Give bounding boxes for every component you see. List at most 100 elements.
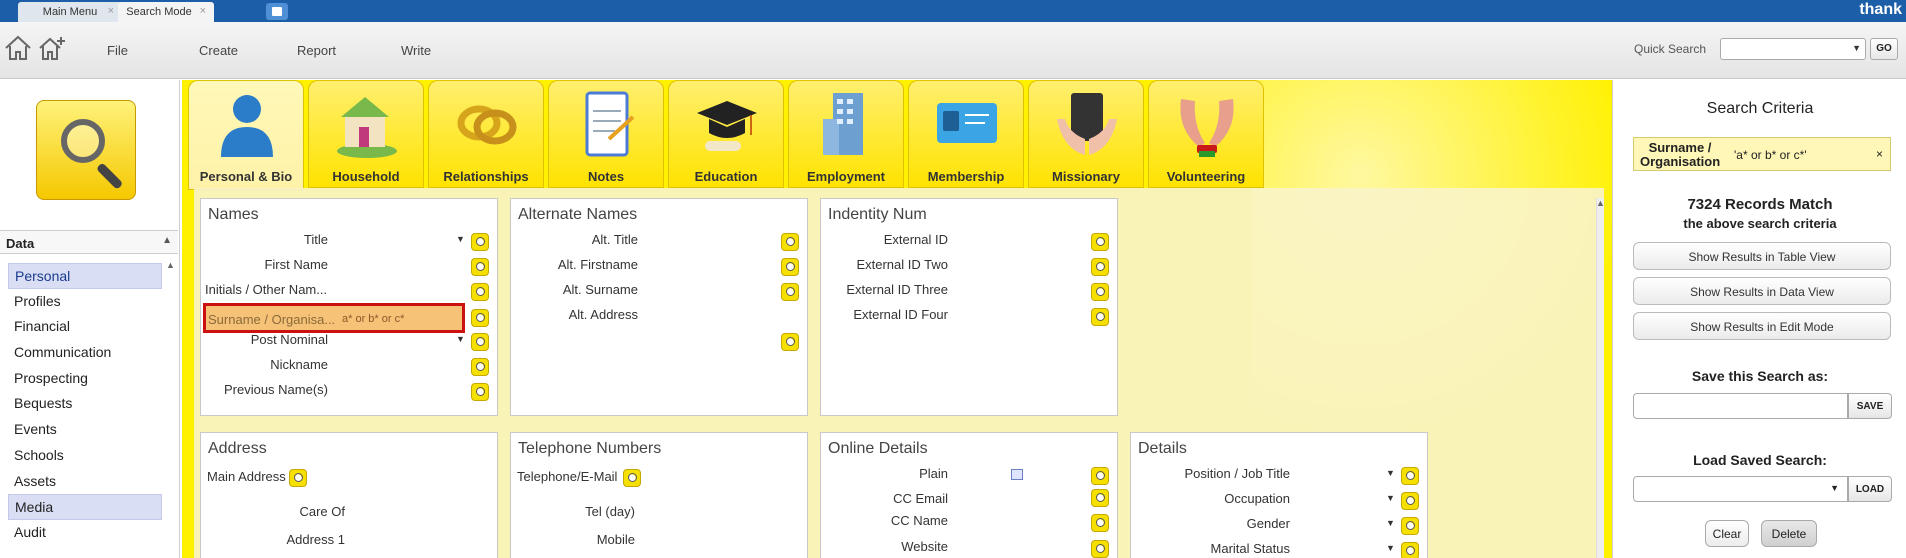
search-operator-icon[interactable]	[1091, 489, 1109, 507]
grid-toggle-icon[interactable]	[1011, 469, 1023, 480]
field-row-telephone-email[interactable]: Telephone/E-Mail	[511, 469, 807, 491]
nav-item-media[interactable]: Media	[8, 494, 162, 520]
field-row-external-id-four[interactable]: External ID Four	[821, 307, 1117, 329]
field-row-initials[interactable]: Initials / Other Nam...	[201, 282, 497, 304]
menu-write[interactable]: Write	[401, 43, 431, 58]
field-row-external-id-three[interactable]: External ID Three	[821, 282, 1117, 304]
menu-create[interactable]: Create	[199, 43, 238, 58]
menu-report[interactable]: Report	[297, 43, 336, 58]
delete-button[interactable]: Delete	[1761, 520, 1817, 547]
nav-item-prospecting[interactable]: Prospecting	[8, 366, 162, 392]
save-search-button[interactable]: SAVE	[1848, 393, 1892, 419]
show-data-view-button[interactable]: Show Results in Data View	[1633, 277, 1891, 305]
category-tab-missionary[interactable]: Missionary	[1028, 80, 1144, 188]
field-row-website[interactable]: Website	[821, 539, 1117, 558]
field-row-occupation[interactable]: Occupation ▼	[1131, 491, 1427, 513]
field-row-first-name[interactable]: First Name	[201, 257, 497, 279]
field-row-external-id[interactable]: External ID	[821, 232, 1117, 254]
search-operator-icon[interactable]	[1401, 517, 1419, 535]
field-row-position-job-title[interactable]: Position / Job Title ▼	[1131, 466, 1427, 488]
category-tab-volunteering[interactable]: Volunteering	[1148, 80, 1264, 188]
nav-item-personal[interactable]: Personal	[8, 263, 162, 289]
chevron-down-icon[interactable]: ▼	[1386, 468, 1395, 478]
search-operator-icon[interactable]	[781, 333, 799, 351]
add-home-icon[interactable]	[38, 35, 66, 61]
field-value[interactable]: a* or b* or c*	[342, 313, 404, 325]
field-row-address-1[interactable]: Address 1	[201, 532, 497, 554]
field-row-title[interactable]: Title ▼	[201, 232, 497, 254]
quick-search-go-button[interactable]: GO	[1870, 38, 1898, 60]
collapse-icon[interactable]: ▲	[162, 235, 172, 246]
field-row-alt-address[interactable]: Alt. Address	[511, 307, 807, 329]
search-operator-icon[interactable]	[1401, 542, 1419, 558]
show-edit-mode-button[interactable]: Show Results in Edit Mode	[1633, 312, 1891, 340]
new-tab-button[interactable]	[266, 3, 288, 20]
category-tab-notes[interactable]: Notes	[548, 80, 664, 188]
show-table-view-button[interactable]: Show Results in Table View	[1633, 242, 1891, 270]
home-icon[interactable]	[4, 35, 32, 61]
nav-item-schools[interactable]: Schools	[8, 443, 162, 469]
field-row-marital-status[interactable]: Marital Status ▼	[1131, 541, 1427, 558]
search-operator-icon[interactable]	[471, 258, 489, 276]
chevron-down-icon[interactable]: ▼	[1386, 493, 1395, 503]
search-operator-icon[interactable]	[1091, 283, 1109, 301]
search-operator-icon[interactable]	[1091, 233, 1109, 251]
chevron-down-icon[interactable]: ▼	[456, 234, 465, 244]
field-row-tel-day[interactable]: Tel (day)	[511, 504, 807, 526]
search-operator-icon[interactable]	[471, 283, 489, 301]
field-row-external-id-two[interactable]: External ID Two	[821, 257, 1117, 279]
nav-item-financial[interactable]: Financial	[8, 314, 162, 340]
field-row-main-address[interactable]: Main Address	[201, 469, 497, 491]
field-row-cc-email[interactable]: CC Email	[821, 489, 1117, 513]
chevron-down-icon[interactable]: ▼	[456, 334, 465, 344]
search-operator-icon[interactable]	[1091, 540, 1109, 558]
scroll-up-icon[interactable]: ▲	[166, 260, 175, 270]
search-operator-icon[interactable]	[1091, 258, 1109, 276]
load-search-button[interactable]: LOAD	[1848, 476, 1892, 502]
search-operator-icon[interactable]	[289, 469, 307, 487]
search-operator-icon[interactable]	[471, 233, 489, 251]
field-row-alt-title[interactable]: Alt. Title	[511, 232, 807, 254]
nav-item-bequests[interactable]: Bequests	[8, 391, 162, 417]
search-operator-icon[interactable]	[471, 383, 489, 401]
field-row-surname-organisation[interactable]: Surname / Organisa... a* or b* or c*	[203, 303, 465, 333]
category-tab-employment[interactable]: Employment	[788, 80, 904, 188]
search-operator-icon[interactable]	[1091, 308, 1109, 326]
nav-item-events[interactable]: Events	[8, 417, 162, 443]
quick-search-input[interactable]: ▼	[1720, 38, 1866, 60]
scroll-up-icon[interactable]: ▲	[1596, 198, 1605, 208]
tab-main-menu-close-icon[interactable]: ×	[108, 5, 114, 17]
field-row-cc-name[interactable]: CC Name	[821, 513, 1117, 535]
search-operator-icon[interactable]	[781, 233, 799, 251]
category-tab-relationships[interactable]: Relationships	[428, 80, 544, 188]
search-operator-icon[interactable]	[471, 358, 489, 376]
nav-item-profiles[interactable]: Profiles	[8, 289, 162, 315]
field-row-mobile[interactable]: Mobile	[511, 532, 807, 554]
save-search-input[interactable]	[1633, 393, 1848, 419]
search-operator-icon[interactable]	[1091, 467, 1109, 485]
search-operator-icon[interactable]	[471, 309, 489, 327]
nav-item-audit[interactable]: Audit	[8, 520, 162, 546]
tab-search-mode[interactable]: Search Mode ×	[118, 2, 214, 22]
search-operator-icon[interactable]	[1091, 514, 1109, 532]
form-scrollbar[interactable]: ▲	[1596, 198, 1605, 558]
field-row-alt-surname[interactable]: Alt. Surname	[511, 282, 807, 304]
field-row-care-of[interactable]: Care Of	[201, 504, 497, 526]
chevron-down-icon[interactable]: ▼	[1386, 518, 1395, 528]
nav-header-data[interactable]: Data ▲	[0, 230, 178, 254]
field-row-nickname[interactable]: Nickname	[201, 357, 497, 379]
search-operator-icon[interactable]	[623, 469, 641, 487]
remove-criteria-close-icon[interactable]: ×	[1876, 147, 1883, 161]
clear-button[interactable]: Clear	[1705, 520, 1749, 547]
field-row-alt-firstname[interactable]: Alt. Firstname	[511, 257, 807, 279]
field-row-post-nominal[interactable]: Post Nominal ▼	[201, 332, 497, 354]
category-tab-education[interactable]: Education	[668, 80, 784, 188]
category-tab-personal-bio[interactable]: Personal & Bio	[188, 80, 304, 190]
category-tab-membership[interactable]: Membership	[908, 80, 1024, 188]
search-operator-icon[interactable]	[781, 283, 799, 301]
search-operator-icon[interactable]	[1401, 492, 1419, 510]
menu-file[interactable]: File	[107, 43, 128, 58]
nav-item-assets[interactable]: Assets	[8, 469, 162, 495]
field-row-previous-names[interactable]: Previous Name(s)	[201, 382, 497, 404]
tab-main-menu[interactable]: Main Menu ×	[18, 2, 122, 22]
